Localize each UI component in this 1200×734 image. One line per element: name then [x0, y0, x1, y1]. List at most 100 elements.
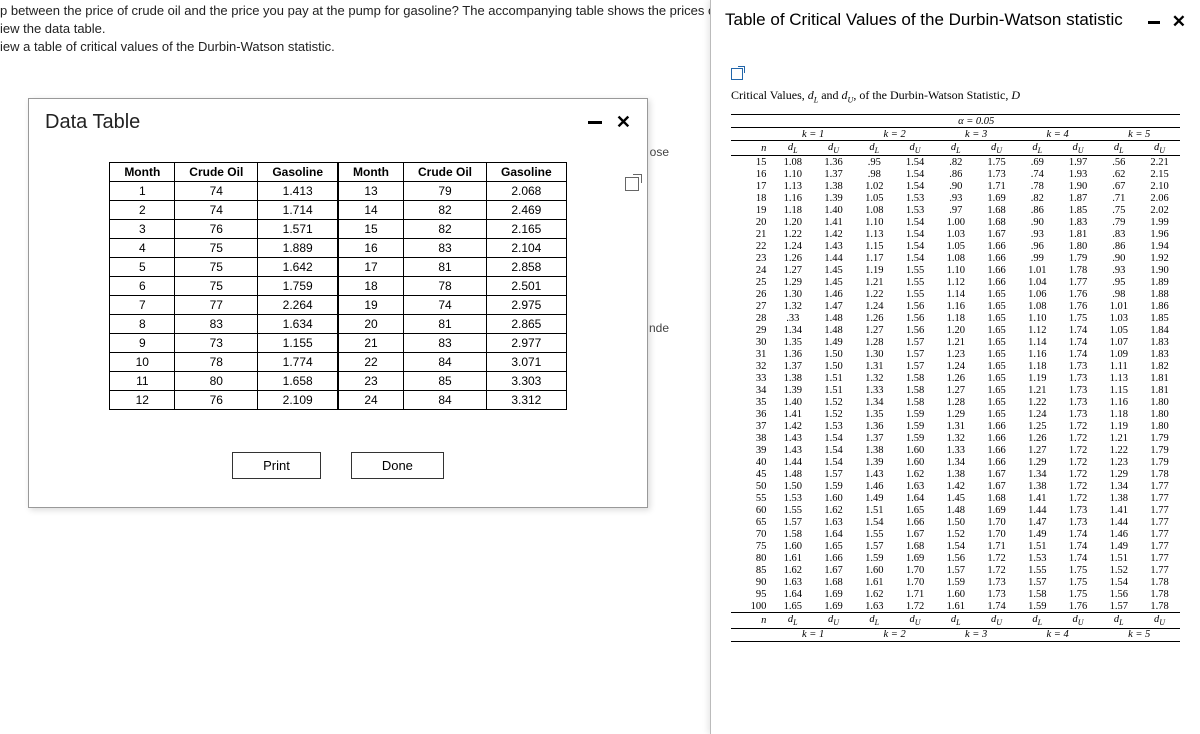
table-row: 3761.571 [110, 220, 338, 239]
table-row: 18782.501 [339, 277, 567, 296]
table-row: 901.631.681.611.701.591.731.571.751.541.… [731, 576, 1180, 588]
text-line: iew a table of critical values of the Du… [0, 38, 755, 56]
table-row: 6751.759 [110, 277, 338, 296]
minimize-icon[interactable] [588, 121, 602, 124]
table-row: 401.441.541.391.601.341.661.291.721.231.… [731, 456, 1180, 468]
table-row: 1001.651.691.631.721.611.741.591.761.571… [731, 600, 1180, 613]
table-row: 221.241.431.151.541.051.66.961.80.861.94 [731, 240, 1180, 252]
k-header: k = 1 [772, 128, 854, 141]
table-row: 351.401.521.341.581.281.651.221.731.161.… [731, 396, 1180, 408]
cropped-text: ose [650, 145, 669, 159]
table-row: 171.131.381.021.54.901.71.781.90.672.10 [731, 180, 1180, 192]
table-row: 371.421.531.361.591.311.661.251.721.191.… [731, 420, 1180, 432]
modal-header: Data Table ✕ [29, 99, 647, 162]
table-row: 161.101.37.981.54.861.73.741.93.622.15 [731, 168, 1180, 180]
n-header: n [731, 141, 772, 156]
table-caption: Critical Values, dL and dU, of the Durbi… [731, 88, 1180, 104]
text-line: iew the data table. [0, 20, 755, 38]
k-header: k = 4 [1017, 128, 1099, 141]
critical-values-modal: Table of Critical Values of the Durbin-W… [710, 0, 1200, 734]
done-button[interactable]: Done [351, 452, 444, 479]
modal-header: Table of Critical Values of the Durbin-W… [711, 0, 1200, 38]
table-row: 321.371.501.311.571.241.651.181.731.111.… [731, 360, 1180, 372]
col-header: Crude Oil [403, 163, 486, 182]
table-row: 311.361.501.301.571.231.651.161.741.091.… [731, 348, 1180, 360]
table-row: 851.621.671.601.701.571.721.551.751.521.… [731, 564, 1180, 576]
alpha-label: α = 0.05 [772, 115, 1180, 128]
table-row: 151.081.36.951.54.821.75.691.97.562.21 [731, 156, 1180, 169]
text-line: p between the price of crude oil and the… [0, 2, 755, 20]
k-header: k = 5 [1098, 128, 1180, 141]
table-row: 341.391.511.331.581.271.651.211.731.151.… [731, 384, 1180, 396]
table-row: 17812.858 [339, 258, 567, 277]
popout-icon[interactable] [731, 68, 743, 80]
table-row: 651.571.631.541.661.501.701.471.731.441.… [731, 516, 1180, 528]
table-row: 551.531.601.491.641.451.681.411.721.381.… [731, 492, 1180, 504]
table-row: 391.431.541.381.601.331.661.271.721.221.… [731, 444, 1180, 456]
modal-title: Data Table [45, 111, 140, 134]
table-row: 231.261.441.171.541.081.66.991.79.901.92 [731, 252, 1180, 264]
table-row: 251.291.451.211.551.121.661.041.77.951.8… [731, 276, 1180, 288]
table-row: 5751.642 [110, 258, 338, 277]
data-table-container: MonthCrude OilGasoline1741.4132741.71437… [29, 162, 647, 434]
table-row: 13792.068 [339, 182, 567, 201]
data-table-left: MonthCrude OilGasoline1741.4132741.71437… [109, 162, 338, 410]
table-row: 10781.774 [110, 353, 338, 372]
table-row: 28.331.481.261.561.181.651.101.751.031.8… [731, 312, 1180, 324]
table-row: 15822.165 [339, 220, 567, 239]
table-row: 181.161.391.051.53.931.69.821.87.712.06 [731, 192, 1180, 204]
table-row: 22843.071 [339, 353, 567, 372]
popout-icon[interactable] [625, 177, 639, 191]
table-row: 21832.977 [339, 334, 567, 353]
table-row: 801.611.661.591.691.561.721.531.741.511.… [731, 552, 1180, 564]
table-row: 211.221.421.131.541.031.67.931.81.831.96 [731, 228, 1180, 240]
table-row: 16832.104 [339, 239, 567, 258]
table-row: 601.551.621.511.651.481.691.441.731.411.… [731, 504, 1180, 516]
durbin-watson-table: α = 0.05k = 1k = 2k = 3k = 4k = 5ndLdUdL… [731, 114, 1180, 641]
table-row: 271.321.471.241.561.161.651.081.761.011.… [731, 300, 1180, 312]
col-header: Crude Oil [175, 163, 258, 182]
data-table-modal: Data Table ✕ MonthCrude OilGasoline1741.… [28, 98, 648, 508]
table-row: 501.501.591.461.631.421.671.381.721.341.… [731, 480, 1180, 492]
col-header: Month [339, 163, 404, 182]
table-row: 361.411.521.351.591.291.651.241.731.181.… [731, 408, 1180, 420]
table-row: 24843.312 [339, 391, 567, 410]
table-row: 23853.303 [339, 372, 567, 391]
modal-title: Table of Critical Values of the Durbin-W… [725, 10, 1123, 30]
table-row: 14822.469 [339, 201, 567, 220]
table-row: 20812.865 [339, 315, 567, 334]
table-row: 331.381.511.321.581.261.651.191.731.131.… [731, 372, 1180, 384]
table-row: 19742.975 [339, 296, 567, 315]
k-header: k = 3 [935, 128, 1017, 141]
table-row: 1741.413 [110, 182, 338, 201]
table-row: 301.351.491.281.571.211.651.141.741.071.… [731, 336, 1180, 348]
k-header: k = 2 [854, 128, 936, 141]
table-row: 11801.658 [110, 372, 338, 391]
table-row: 751.601.651.571.681.541.711.511.741.491.… [731, 540, 1180, 552]
minimize-icon[interactable] [1148, 21, 1160, 24]
table-row: 951.641.691.621.711.601.731.581.751.561.… [731, 588, 1180, 600]
print-button[interactable]: Print [232, 452, 321, 479]
table-row: 701.581.641.551.671.521.701.491.741.461.… [731, 528, 1180, 540]
table-row: 191.181.401.081.53.971.68.861.85.752.02 [731, 204, 1180, 216]
table-row: 261.301.461.221.551.141.651.061.76.981.8… [731, 288, 1180, 300]
table-row: 201.201.411.101.541.001.68.901.83.791.99 [731, 216, 1180, 228]
table-row: 381.431.541.371.591.321.661.261.721.211.… [731, 432, 1180, 444]
table-row: 4751.889 [110, 239, 338, 258]
close-icon[interactable]: ✕ [616, 112, 631, 133]
data-table-right: MonthCrude OilGasoline13792.06814822.469… [338, 162, 567, 410]
table-row: 2741.714 [110, 201, 338, 220]
table-row: 9731.155 [110, 334, 338, 353]
table-row: 12762.109 [110, 391, 338, 410]
col-header: Month [110, 163, 175, 182]
table-row: 291.341.481.271.561.201.651.121.741.051.… [731, 324, 1180, 336]
table-row: 7772.264 [110, 296, 338, 315]
col-header: Gasoline [487, 163, 567, 182]
close-icon[interactable]: ✕ [1172, 12, 1186, 32]
table-row: 451.481.571.431.621.381.671.341.721.291.… [731, 468, 1180, 480]
cropped-text: nde [649, 321, 669, 335]
col-header: Gasoline [258, 163, 338, 182]
question-text: p between the price of crude oil and the… [0, 2, 755, 57]
table-row: 241.271.451.191.551.101.661.011.78.931.9… [731, 264, 1180, 276]
table-row: 8831.634 [110, 315, 338, 334]
